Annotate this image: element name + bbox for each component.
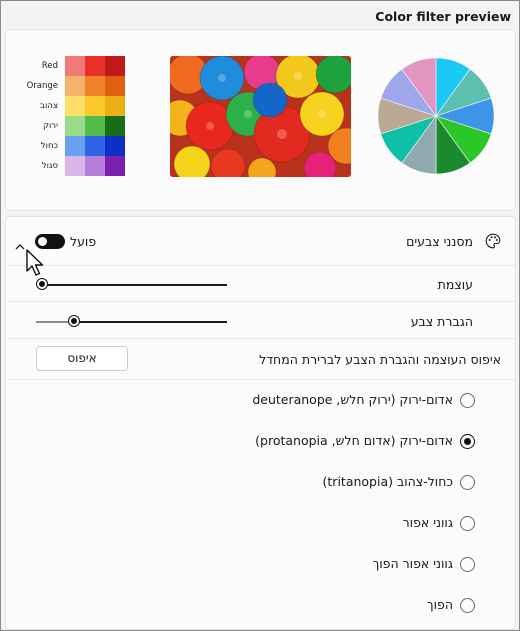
swatch-label-red: Red	[41, 61, 58, 71]
color-swatch-grid	[65, 56, 125, 176]
color-boost-slider-track[interactable]	[74, 321, 227, 323]
settings-window: Color filter preview Red Orange צהוב ירו…	[0, 0, 520, 631]
intensity-slider-track[interactable]	[42, 284, 227, 286]
color-filters-panel: מסנני צבעים פועל עוצמת הגברת צבע איפוס ה…	[5, 216, 516, 630]
filter-option[interactable]: אדום-ירוק (ירוק חלש, deuteranope	[6, 380, 515, 421]
color-swatch	[105, 76, 125, 96]
color-filters-header-row[interactable]: מסנני צבעים פועל	[6, 217, 515, 276]
swatch-label-yellow: צהוב	[40, 101, 58, 111]
color-swatch	[65, 96, 85, 116]
colorful-paper-fans-image	[170, 56, 351, 177]
color-swatch	[105, 116, 125, 136]
filter-option[interactable]: אדום-ירוק (אדום חלש, protanopia)	[6, 421, 515, 462]
filter-option[interactable]: גווני אפור הפוך	[6, 544, 515, 585]
reset-button[interactable]: איפוס	[36, 346, 128, 371]
filter-option-label: גווני אפור	[402, 515, 453, 530]
filter-option-label: הפוך	[426, 597, 453, 612]
filter-option-radio[interactable]	[460, 475, 475, 490]
color-boost-label: הגברת צבע	[410, 314, 473, 329]
color-swatch	[85, 116, 105, 136]
color-swatch	[105, 56, 125, 76]
filter-option-label: אדום-ירוק (אדום חלש, protanopia)	[255, 433, 453, 448]
intensity-label: עוצמת	[437, 277, 473, 292]
swatch-label-green: ירוק	[42, 121, 58, 131]
color-swatch	[65, 136, 85, 156]
color-swatch	[85, 156, 105, 176]
preview-title: Color filter preview	[375, 9, 511, 24]
palette-icon	[485, 233, 501, 253]
filter-option[interactable]: כחול-צהוב (tritanopia)	[6, 462, 515, 503]
color-swatch	[65, 56, 85, 76]
color-boost-row: הגברת צבע	[6, 302, 515, 339]
filter-option-label: אדום-ירוק (ירוק חלש, deuteranope	[252, 392, 453, 407]
color-swatch	[65, 116, 85, 136]
swatch-labels: Red Orange צהוב ירוק כחול סגול	[20, 56, 58, 176]
reset-description: איפוס העוצמה והגברת הצבע לברירת המחדל	[259, 352, 501, 367]
filter-option-radio[interactable]	[460, 598, 475, 613]
toggle-knob	[38, 237, 47, 246]
filter-option[interactable]: גווני אפור	[6, 503, 515, 544]
filter-option-radio[interactable]	[460, 516, 475, 531]
color-swatch	[105, 156, 125, 176]
color-filters-title: מסנני צבעים	[406, 234, 473, 249]
filter-option-radio[interactable]	[460, 434, 475, 449]
filter-option[interactable]: הפוך	[6, 585, 515, 626]
paper-fans-illustration	[170, 56, 351, 177]
color-swatch	[85, 76, 105, 96]
swatch-label-purple: סגול	[41, 161, 58, 171]
color-swatch	[85, 96, 105, 116]
intensity-slider-thumb[interactable]	[37, 279, 47, 289]
color-swatch	[65, 76, 85, 96]
swatch-label-orange: Orange	[26, 81, 58, 91]
color-swatch	[105, 136, 125, 156]
color-swatch	[85, 136, 105, 156]
color-boost-slider-thumb[interactable]	[69, 316, 80, 326]
color-swatch	[105, 96, 125, 116]
color-swatch	[65, 156, 85, 176]
filter-option-radio[interactable]	[460, 393, 475, 408]
filter-option-radio[interactable]	[460, 557, 475, 572]
swatch-label-blue: כחול	[40, 141, 58, 151]
color-swatch	[85, 56, 105, 76]
intensity-row: עוצמת	[6, 266, 515, 302]
color-pie-wheel	[377, 57, 495, 175]
toggle-state-label: פועל	[70, 234, 97, 249]
filter-option-label: גווני אפור הפוך	[372, 556, 453, 571]
filter-option-label: כחול-צהוב (tritanopia)	[322, 474, 453, 489]
